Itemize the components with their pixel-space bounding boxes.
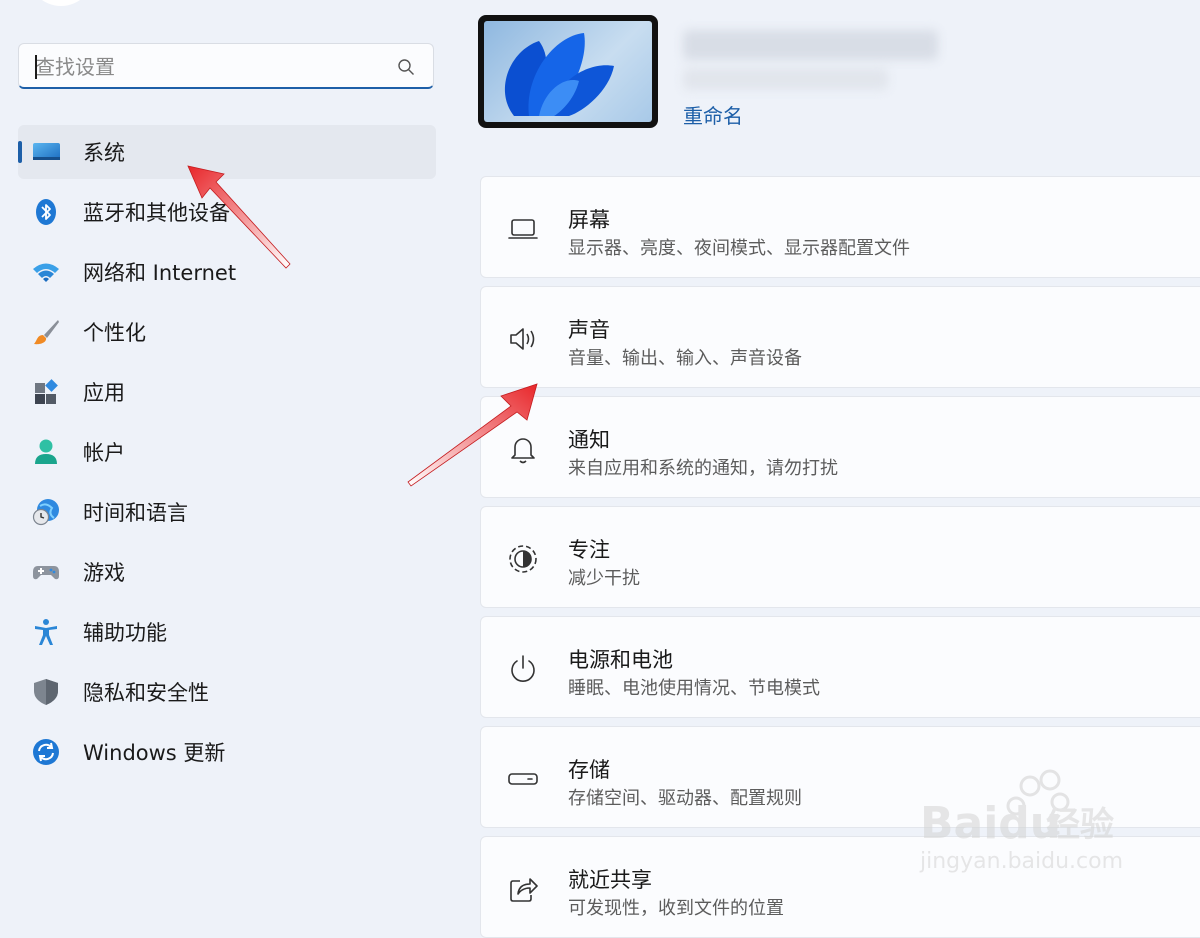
globe-clock-icon bbox=[32, 499, 59, 526]
sidebar-item-system[interactable]: 系统 bbox=[18, 125, 436, 179]
text-caret bbox=[35, 55, 37, 79]
sidebar-item-label: 隐私和安全性 bbox=[83, 681, 209, 705]
user-icon bbox=[35, 439, 57, 464]
speaker-icon bbox=[510, 328, 535, 350]
sidebar-item-gaming[interactable]: 游戏 bbox=[18, 545, 436, 599]
shield-icon bbox=[34, 679, 58, 705]
sidebar-item-network[interactable]: 网络和 Internet bbox=[18, 245, 436, 299]
sidebar-item-label: 帐户 bbox=[83, 441, 125, 465]
sidebar-item-label: 系统 bbox=[83, 141, 125, 165]
card-subtitle: 来自应用和系统的通知，请勿打扰 bbox=[568, 458, 838, 479]
sidebar-item-label: 蓝牙和其他设备 bbox=[83, 201, 230, 225]
watermark-brand: Baidu bbox=[920, 798, 1061, 849]
share-icon bbox=[510, 878, 538, 902]
laptop-icon bbox=[508, 219, 538, 239]
card-title: 专注 bbox=[568, 538, 610, 562]
monitor-icon bbox=[33, 143, 60, 160]
sidebar-item-privacy[interactable]: 隐私和安全性 bbox=[18, 665, 436, 719]
power-icon bbox=[511, 655, 535, 682]
sidebar-item-bluetooth[interactable]: 蓝牙和其他设备 bbox=[18, 185, 436, 239]
card-title: 存储 bbox=[568, 758, 610, 782]
settings-card-power[interactable]: 电源和电池 睡眠、电池使用情况、节电模式 bbox=[480, 616, 1200, 718]
card-title: 通知 bbox=[568, 428, 610, 452]
card-subtitle: 减少干扰 bbox=[568, 568, 640, 589]
card-subtitle: 存储空间、驱动器、配置规则 bbox=[568, 788, 802, 809]
card-subtitle: 音量、输出、输入、声音设备 bbox=[568, 348, 802, 369]
sidebar-item-accessibility[interactable]: 辅助功能 bbox=[18, 605, 436, 659]
sidebar-item-windows-update[interactable]: Windows 更新 bbox=[18, 725, 436, 779]
accessibility-icon bbox=[35, 619, 57, 645]
device-model-redacted bbox=[683, 68, 888, 90]
storage-icon bbox=[508, 773, 538, 785]
bluetooth-icon bbox=[36, 199, 56, 225]
sidebar-nav: 系统 蓝牙和其他设备 网络和 Internet 个性化 应用 帐户 时间和语言 … bbox=[18, 125, 436, 785]
sidebar-item-time-language[interactable]: 时间和语言 bbox=[18, 485, 436, 539]
update-icon bbox=[33, 739, 59, 765]
baidu-watermark-logo: Baidu 经验 jingyan.baidu.com bbox=[919, 769, 1123, 874]
settings-card-display[interactable]: 屏幕 显示器、亮度、夜间模式、显示器配置文件 bbox=[480, 176, 1200, 278]
sidebar-item-personalization[interactable]: 个性化 bbox=[18, 305, 436, 359]
watermark-url: jingyan.baidu.com bbox=[919, 849, 1123, 874]
sidebar-item-accounts[interactable]: 帐户 bbox=[18, 425, 436, 479]
settings-card-focus[interactable]: 专注 减少干扰 bbox=[480, 506, 1200, 608]
sidebar-item-apps[interactable]: 应用 bbox=[18, 365, 436, 419]
wifi-icon bbox=[33, 263, 59, 282]
sidebar-item-label: 个性化 bbox=[83, 321, 146, 345]
sidebar-item-label: 应用 bbox=[83, 381, 125, 405]
bell-icon bbox=[511, 438, 535, 464]
bloom-wallpaper-icon bbox=[504, 33, 614, 116]
device-thumbnail bbox=[478, 15, 658, 128]
settings-card-sound[interactable]: 声音 音量、输出、输入、声音设备 bbox=[480, 286, 1200, 388]
card-title: 电源和电池 bbox=[568, 648, 673, 672]
sidebar-item-label: 时间和语言 bbox=[83, 501, 188, 525]
search-icon[interactable] bbox=[397, 58, 415, 76]
brush-icon bbox=[34, 320, 59, 345]
focus-icon bbox=[509, 545, 537, 573]
card-subtitle: 睡眠、电池使用情况、节电模式 bbox=[568, 678, 820, 699]
card-subtitle: 可发现性，收到文件的位置 bbox=[568, 898, 784, 919]
wallpaper-preview bbox=[484, 21, 652, 122]
card-subtitle: 显示器、亮度、夜间模式、显示器配置文件 bbox=[568, 238, 910, 259]
user-avatar[interactable] bbox=[28, 0, 94, 6]
card-title: 屏幕 bbox=[568, 208, 610, 232]
device-name-redacted bbox=[683, 30, 938, 60]
rename-link[interactable]: 重命名 bbox=[683, 100, 743, 129]
search-box[interactable] bbox=[18, 43, 434, 89]
sidebar-item-label: 辅助功能 bbox=[83, 621, 167, 645]
watermark-cn: 经验 bbox=[1046, 805, 1114, 845]
settings-card-notifications[interactable]: 通知 来自应用和系统的通知，请勿打扰 bbox=[480, 396, 1200, 498]
card-title: 就近共享 bbox=[568, 868, 652, 892]
search-input[interactable] bbox=[33, 52, 397, 82]
active-indicator bbox=[18, 141, 22, 163]
card-title: 声音 bbox=[568, 318, 610, 342]
sidebar-item-label: 网络和 Internet bbox=[83, 261, 237, 285]
sidebar-item-label: 游戏 bbox=[83, 561, 125, 585]
gamepad-icon bbox=[33, 566, 59, 580]
sidebar-item-label: Windows 更新 bbox=[83, 741, 226, 765]
apps-icon bbox=[35, 379, 58, 404]
